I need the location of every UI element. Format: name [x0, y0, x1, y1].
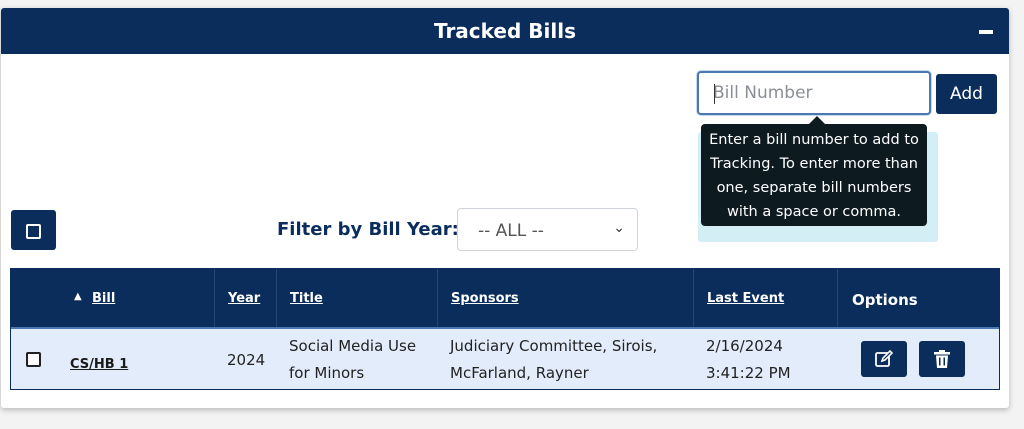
bill-sponsors-line2: McFarland, Rayner	[450, 364, 589, 382]
column-header-sponsors[interactable]: Sponsors	[437, 269, 693, 327]
trash-icon	[934, 350, 950, 368]
add-bill-button[interactable]: Add	[936, 74, 997, 114]
column-header-options: Options	[837, 269, 999, 327]
last-event-time: 3:41:22 PM	[706, 364, 791, 382]
row-checkbox[interactable]	[26, 352, 41, 367]
column-label-year[interactable]: Year	[228, 291, 260, 306]
column-header-title[interactable]: Title	[276, 269, 437, 327]
column-label-options: Options	[852, 291, 918, 309]
column-header-bill[interactable]: ▲ Bill	[57, 269, 214, 327]
panel-header: Tracked Bills	[1, 8, 1009, 54]
column-label-bill[interactable]: Bill	[92, 291, 115, 306]
bill-title-line1: Social Media Use	[289, 337, 417, 355]
panel-title: Tracked Bills	[434, 19, 576, 43]
delete-button[interactable]	[919, 341, 965, 377]
bill-year-select[interactable]: -- ALL -- ⌄	[457, 208, 638, 251]
bill-number-input[interactable]	[697, 71, 931, 115]
bill-sponsors-line1: Judiciary Committee, Sirois,	[450, 337, 658, 355]
bill-title-line2: for Minors	[289, 364, 365, 382]
bill-year-selected-value: -- ALL --	[478, 221, 544, 241]
select-all-button[interactable]	[11, 210, 56, 250]
table-row: CS/HB 1 2024 Social Media Use for Minors…	[11, 327, 999, 389]
bill-number-tooltip: Enter a bill number to add to Tracking. …	[701, 124, 927, 226]
table-header: ▲ Bill Year Title Sponsors Last Event Op…	[11, 269, 999, 327]
edit-icon	[875, 349, 894, 367]
bill-link[interactable]: CS/HB 1	[70, 357, 128, 372]
column-label-last-event[interactable]: Last Event	[707, 291, 784, 306]
bill-year: 2024	[227, 351, 266, 369]
minus-icon[interactable]	[979, 30, 993, 34]
checkbox-square-icon	[26, 224, 41, 239]
last-event-date: 2/16/2024	[706, 337, 783, 355]
text-caret	[714, 84, 715, 104]
tooltip-arrow	[809, 116, 825, 124]
edit-button[interactable]	[861, 341, 907, 377]
column-label-title[interactable]: Title	[290, 291, 323, 306]
column-label-sponsors[interactable]: Sponsors	[451, 291, 519, 306]
tracked-bills-table: ▲ Bill Year Title Sponsors Last Event Op…	[10, 268, 1000, 390]
column-header-last-event[interactable]: Last Event	[693, 269, 837, 327]
chevron-down-icon: ⌄	[613, 220, 625, 236]
sort-up-icon: ▲	[74, 291, 82, 302]
column-header-year[interactable]: Year	[214, 269, 276, 327]
filter-label: Filter by Bill Year:	[277, 219, 459, 240]
